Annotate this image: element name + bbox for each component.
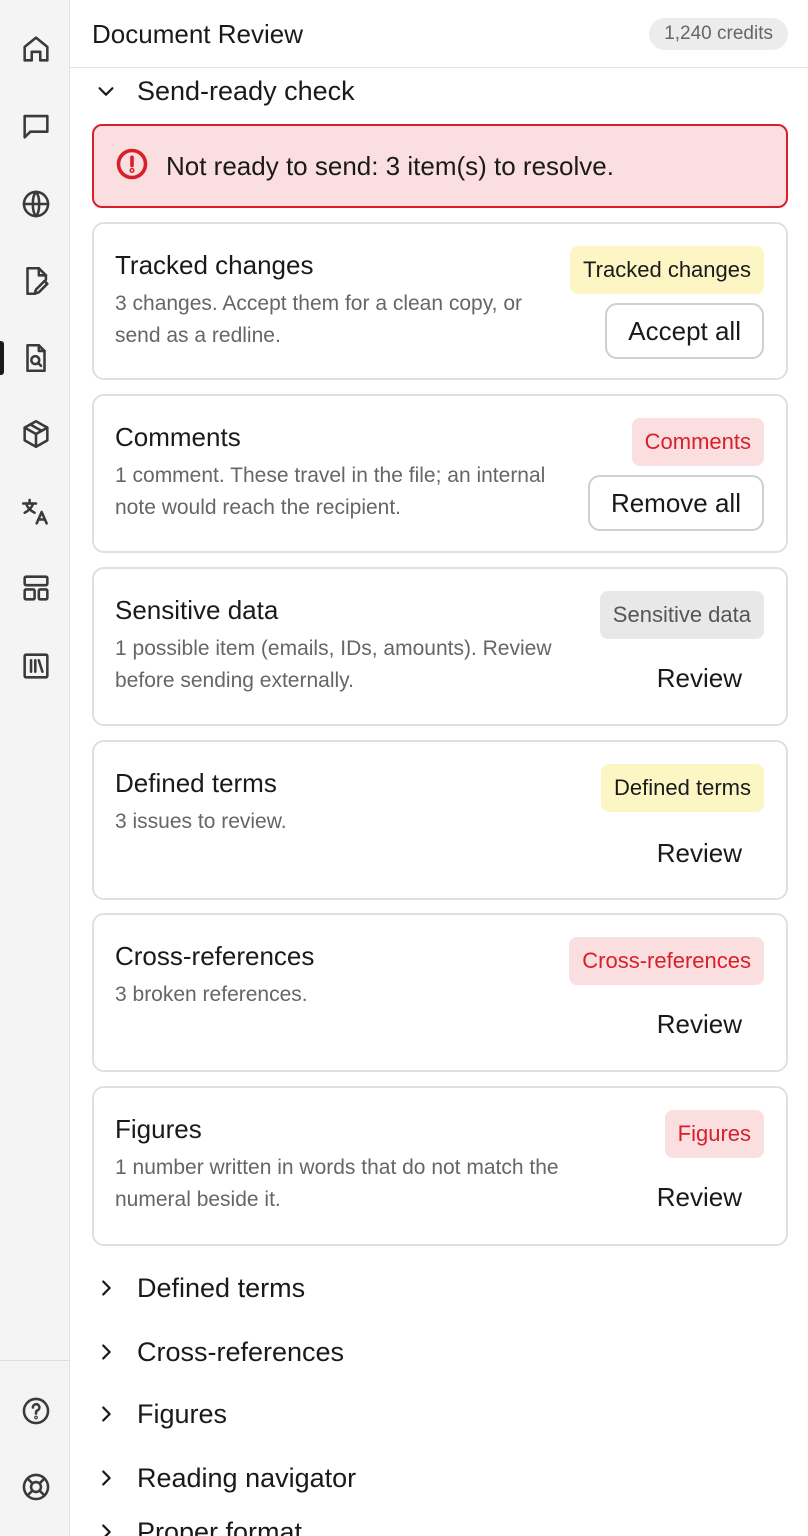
- alert-message: Not ready to send: 3 item(s) to resolve.: [166, 150, 614, 181]
- section-title: Defined terms: [137, 1272, 306, 1303]
- section-title: Figures: [137, 1398, 228, 1429]
- card-title: Sensitive data: [115, 595, 279, 625]
- remove-all-button[interactable]: Remove all: [587, 475, 764, 531]
- rail-divider: [0, 1360, 70, 1361]
- status-badge: Comments: [631, 418, 764, 466]
- chevron-right-icon: [92, 1400, 120, 1428]
- page-header: Document Review 1,240 credits: [70, 0, 808, 68]
- status-badge: Figures: [664, 1110, 764, 1158]
- card-title: Comments: [115, 422, 241, 452]
- card-description: 3 broken references.: [115, 983, 308, 1006]
- card-description: 1 comment. These travel in the file; an …: [115, 464, 546, 519]
- alert-circle-icon: [114, 146, 150, 187]
- translate-icon[interactable]: [17, 493, 55, 531]
- library-icon[interactable]: [17, 647, 55, 685]
- status-badge: Tracked changes: [570, 246, 764, 294]
- left-rail: [0, 0, 70, 1536]
- section-title: Reading navigator: [137, 1462, 357, 1493]
- check-card-comments: Comments 1 comment. These travel in the …: [92, 394, 788, 553]
- section-title: Send-ready check: [137, 75, 355, 106]
- status-badge: Sensitive data: [599, 591, 764, 639]
- chat-icon[interactable]: [17, 107, 55, 145]
- chevron-right-icon: [92, 1518, 120, 1536]
- document-search-icon[interactable]: [17, 339, 55, 377]
- credits-badge: 1,240 credits: [649, 18, 788, 50]
- document-edit-icon[interactable]: [17, 262, 55, 300]
- help-icon[interactable]: [17, 1392, 55, 1430]
- globe-icon[interactable]: [17, 185, 55, 223]
- layout-icon[interactable]: [17, 569, 55, 607]
- card-title: Figures: [115, 1114, 202, 1144]
- card-description: 3 issues to review.: [115, 810, 287, 833]
- status-badge: Defined terms: [601, 764, 764, 812]
- section-title: Proper format: [137, 1516, 303, 1536]
- send-ready-section-toggle[interactable]: Send-ready check: [92, 72, 355, 110]
- card-description: 1 possible item (emails, IDs, amounts). …: [115, 637, 552, 692]
- card-title: Defined terms: [115, 768, 277, 798]
- home-icon[interactable]: [17, 30, 55, 68]
- section-title: Cross-references: [137, 1336, 345, 1367]
- check-card-cross-references: Cross-references 3 broken references. Cr…: [92, 913, 788, 1072]
- review-button[interactable]: Review: [657, 1182, 742, 1213]
- package-icon[interactable]: [17, 415, 55, 453]
- section-toggle-reading-navigator[interactable]: Reading navigator: [92, 1458, 356, 1498]
- status-badge: Cross-references: [569, 937, 764, 985]
- accept-all-button[interactable]: Accept all: [605, 303, 764, 359]
- chevron-right-icon: [92, 1274, 120, 1302]
- card-description: 1 number written in words that do not ma…: [115, 1156, 559, 1211]
- section-toggle-cross-references[interactable]: Cross-references: [92, 1332, 344, 1372]
- chevron-right-icon: [92, 1464, 120, 1492]
- check-card-defined-terms: Defined terms 3 issues to review. Define…: [92, 740, 788, 900]
- review-button[interactable]: Review: [657, 1009, 742, 1040]
- card-title: Tracked changes: [115, 250, 314, 280]
- section-toggle-proper-format[interactable]: Proper format: [92, 1512, 302, 1536]
- page-title: Document Review: [92, 19, 303, 49]
- chevron-right-icon: [92, 1338, 120, 1366]
- section-toggle-figures[interactable]: Figures: [92, 1394, 227, 1434]
- chevron-down-icon: [92, 77, 120, 105]
- not-ready-alert: Not ready to send: 3 item(s) to resolve.: [92, 124, 788, 208]
- card-title: Cross-references: [115, 941, 315, 971]
- check-card-sensitive-data: Sensitive data 1 possible item (emails, …: [92, 567, 788, 726]
- card-description: 3 changes. Accept them for a clean copy,…: [115, 292, 523, 347]
- review-button[interactable]: Review: [657, 663, 742, 694]
- support-icon[interactable]: [17, 1468, 55, 1506]
- section-toggle-defined-terms[interactable]: Defined terms: [92, 1268, 305, 1308]
- rail-active-indicator: [0, 341, 4, 375]
- check-card-figures: Figures 1 number written in words that d…: [92, 1086, 788, 1246]
- review-button[interactable]: Review: [657, 838, 742, 869]
- check-card-tracked-changes: Tracked changes 3 changes. Accept them f…: [92, 222, 788, 380]
